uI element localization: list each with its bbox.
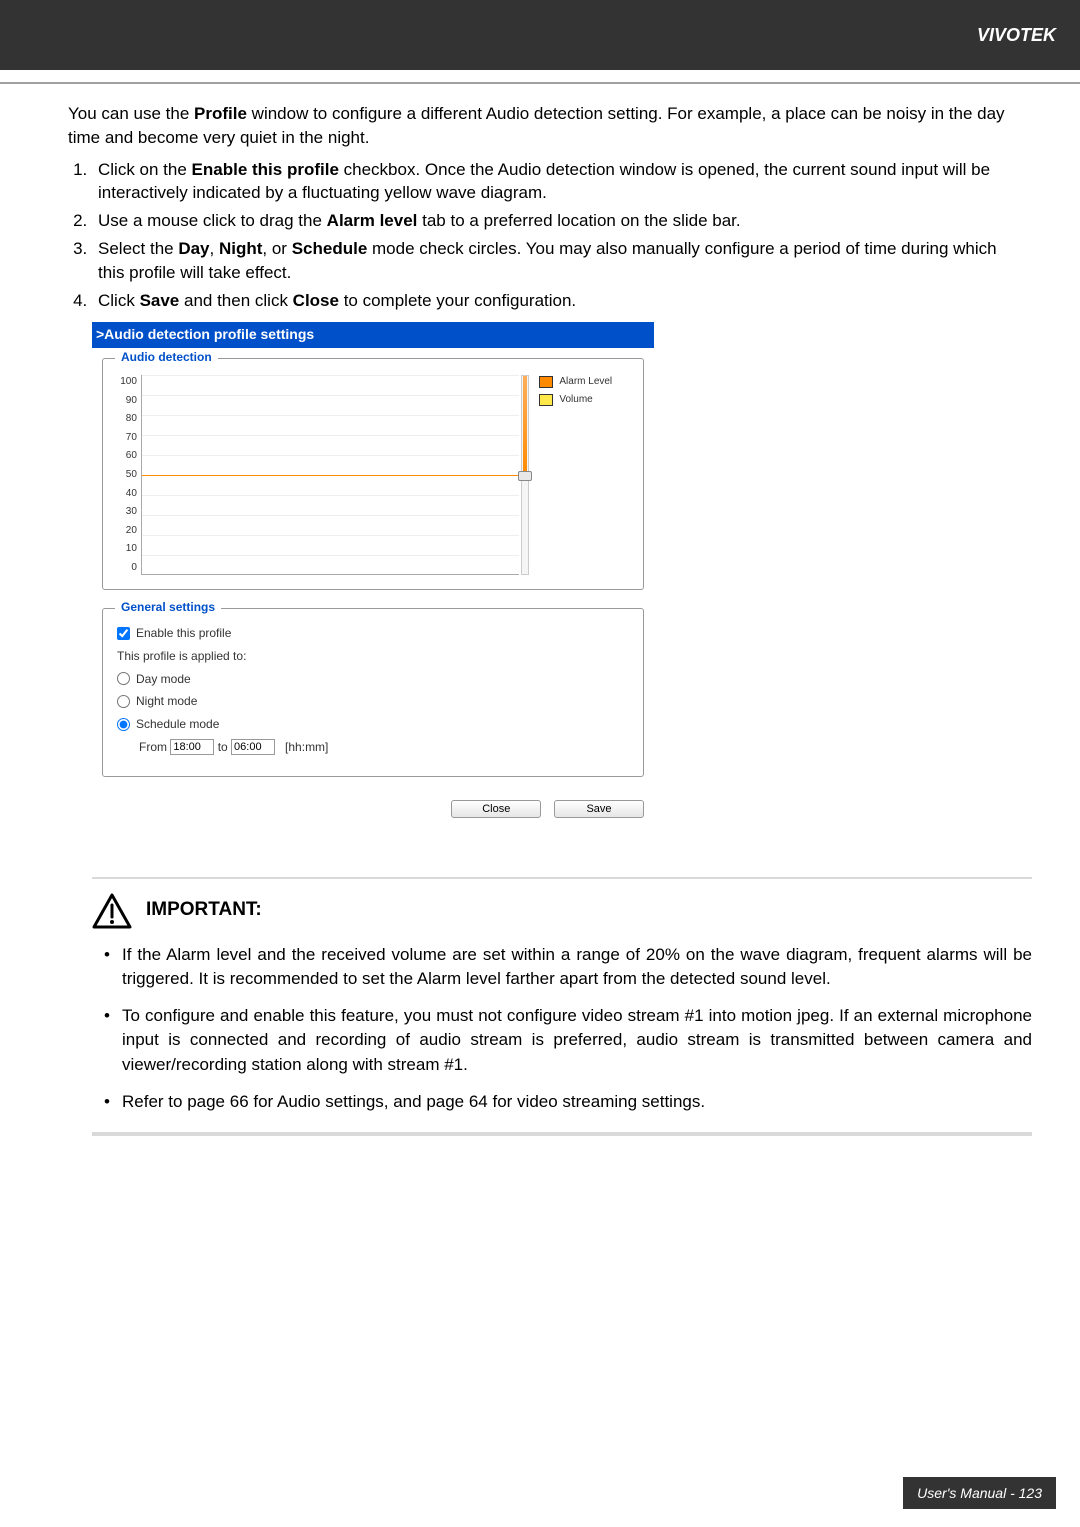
warning-icon xyxy=(92,893,132,929)
divider xyxy=(92,1132,1032,1136)
day-mode-radio[interactable] xyxy=(117,672,130,685)
step-item: Click on the Enable this profile checkbo… xyxy=(92,158,1020,206)
slider-handle[interactable] xyxy=(518,471,532,481)
from-time-input[interactable] xyxy=(170,739,214,755)
important-item: • Refer to page 66 for Audio settings, a… xyxy=(92,1090,1032,1115)
chart-y-ticks: 100 90 80 70 60 50 40 30 20 10 0 xyxy=(117,375,141,575)
important-list: • If the Alarm level and the received vo… xyxy=(92,943,1032,1115)
night-mode-label: Night mode xyxy=(136,693,197,710)
general-settings-fieldset: General settings Enable this profile Thi… xyxy=(102,608,644,777)
enable-profile-checkbox[interactable] xyxy=(117,627,130,640)
step-item: Select the Day, Night, or Schedule mode … xyxy=(92,237,1020,285)
legend-swatch-alarm xyxy=(539,376,553,388)
chart-legend: Alarm Level Volume xyxy=(539,375,629,575)
audio-detection-fieldset: Audio detection 100 90 80 70 60 50 40 30… xyxy=(102,358,644,590)
important-heading: IMPORTANT: xyxy=(146,897,262,924)
general-settings-legend: General settings xyxy=(115,599,221,616)
close-button[interactable]: Close xyxy=(451,800,541,818)
save-button[interactable]: Save xyxy=(554,800,644,818)
day-mode-label: Day mode xyxy=(136,671,191,688)
page-header: VIVOTEK xyxy=(0,0,1080,70)
step-item: Click Save and then click Close to compl… xyxy=(92,289,1020,313)
schedule-mode-label: Schedule mode xyxy=(136,716,219,733)
important-section: IMPORTANT: • If the Alarm level and the … xyxy=(92,877,1032,1137)
legend-volume-label: Volume xyxy=(559,393,592,407)
step-item: Use a mouse click to drag the Alarm leve… xyxy=(92,209,1020,233)
intro-paragraph: You can use the Profile window to config… xyxy=(68,102,1020,150)
audio-detection-legend: Audio detection xyxy=(115,349,218,366)
settings-titlebar: >Audio detection profile settings xyxy=(92,322,654,348)
schedule-mode-radio[interactable] xyxy=(117,718,130,731)
to-time-input[interactable] xyxy=(231,739,275,755)
time-unit-label: [hh:mm] xyxy=(285,739,328,756)
header-divider xyxy=(0,82,1080,84)
settings-window: >Audio detection profile settings Audio … xyxy=(92,322,654,826)
brand-logo: VIVOTEK xyxy=(977,25,1056,46)
audio-chart xyxy=(141,375,519,575)
important-item: • To configure and enable this feature, … xyxy=(92,1004,1032,1078)
legend-swatch-volume xyxy=(539,394,553,406)
night-mode-radio[interactable] xyxy=(117,695,130,708)
to-label: to xyxy=(218,739,228,756)
page-footer: User's Manual - 123 xyxy=(903,1477,1056,1509)
alarm-level-slider[interactable] xyxy=(521,375,529,575)
alarm-level-line xyxy=(142,475,519,476)
applied-to-label: This profile is applied to: xyxy=(117,648,246,665)
enable-profile-label: Enable this profile xyxy=(136,625,231,642)
divider xyxy=(92,877,1032,879)
step-list: Click on the Enable this profile checkbo… xyxy=(92,158,1020,313)
important-item: • If the Alarm level and the received vo… xyxy=(92,943,1032,992)
slider-track xyxy=(523,376,527,476)
from-label: From xyxy=(139,739,167,756)
legend-alarm-label: Alarm Level xyxy=(559,375,612,389)
